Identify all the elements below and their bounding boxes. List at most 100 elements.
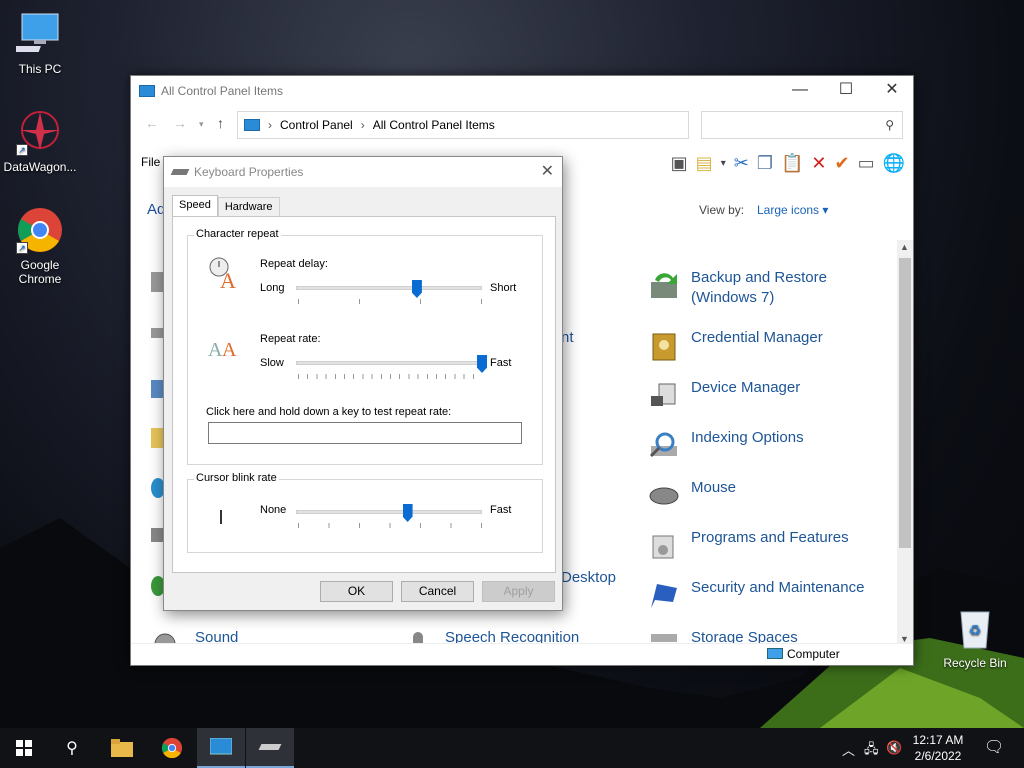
character-repeat-group: Character repeat A Repeat delay: Long Sh… (187, 228, 543, 465)
breadcrumb-separator: › (360, 118, 365, 132)
window-title: All Control Panel Items (161, 84, 284, 98)
monitor-icon (767, 648, 783, 659)
test-repeat-input[interactable] (208, 422, 522, 444)
desktop-icon-recycle-bin[interactable]: ♻ Recycle Bin (935, 604, 1015, 670)
item-label: Mouse (691, 479, 737, 496)
apply-button[interactable]: Apply (482, 581, 555, 602)
backup-icon (647, 268, 681, 302)
item-device-manager[interactable]: Device Manager (647, 378, 800, 412)
close-icon[interactable]: ✕ (541, 161, 554, 181)
item-speech-recognition[interactable]: Speech Recognition (401, 628, 579, 644)
blink-none-label: None (260, 504, 287, 516)
breadcrumb-control-panel[interactable]: Control Panel (280, 118, 353, 132)
breadcrumb-all-items[interactable]: All Control Panel Items (373, 118, 495, 132)
delay-short-label: Short (490, 282, 517, 294)
check-icon[interactable]: ✔ (834, 153, 849, 174)
keyboard-icon (258, 744, 282, 750)
keyboard-icon (170, 169, 190, 175)
dialog-title: Keyboard Properties (194, 165, 304, 179)
group-label: Cursor blink rate (194, 472, 279, 484)
vertical-scrollbar[interactable]: ▲ ▼ (897, 240, 913, 646)
paste-icon[interactable]: 📋 (781, 153, 803, 174)
blink-fast-label: Fast (490, 504, 512, 516)
item-remote-desktop[interactable]: Desktop (561, 568, 616, 588)
search-input[interactable]: ⚲ (701, 111, 903, 139)
item-storage-spaces[interactable]: Storage Spaces (647, 628, 798, 644)
file-menu[interactable]: File (141, 155, 160, 169)
globe-icon[interactable]: 🌐 (883, 153, 905, 174)
tab-hardware[interactable]: Hardware (217, 197, 280, 217)
cut-icon[interactable]: ✂ (734, 153, 749, 174)
taskbar-keyboard-properties[interactable] (246, 728, 294, 768)
up-icon[interactable]: ↑ (217, 115, 224, 131)
rename-icon[interactable]: ▭ (858, 153, 875, 174)
mouse-icon (647, 478, 681, 512)
item-label: Device Manager (691, 379, 801, 396)
repeat-rate-track[interactable] (296, 361, 482, 365)
item-label: Speech Recognition (445, 629, 580, 644)
desktop-icon-label: Google Chrome (18, 258, 62, 286)
forward-icon[interactable]: → (173, 115, 187, 131)
datawagon-icon: ↗ (16, 108, 64, 156)
item-label: Credential Manager (691, 329, 823, 346)
dialog-titlebar[interactable]: Keyboard Properties (164, 157, 562, 187)
taskbar-control-panel[interactable] (197, 728, 245, 768)
network-icon[interactable]: 🖧 (864, 740, 879, 762)
taskbar-chrome[interactable] (148, 728, 196, 768)
taskbar-search-button[interactable]: ⚲ (48, 728, 96, 768)
view-by-label: View by: (699, 203, 745, 217)
desktop-icon-datawagon[interactable]: ↗ DataWagon... (0, 108, 80, 174)
device-manager-icon (647, 378, 681, 412)
cursor-blink-ticks (298, 523, 482, 528)
copy-icon[interactable]: ❐ (757, 153, 773, 174)
cancel-button[interactable]: Cancel (401, 581, 474, 602)
notifications-icon[interactable]: 🗨 (984, 737, 1004, 757)
window-titlebar[interactable]: All Control Panel Items — ☐ ✕ (131, 76, 913, 106)
repeat-delay-slider[interactable] (411, 280, 422, 298)
repeat-rate-slider[interactable] (477, 355, 487, 373)
search-icon: ⚲ (885, 118, 894, 132)
desktop-icon-label: This PC (18, 62, 62, 76)
maximize-icon[interactable]: ☐ (823, 76, 869, 106)
item-mouse[interactable]: Mouse (647, 478, 736, 512)
item-security-and-maintenance[interactable]: Security and Maintenance (647, 578, 864, 612)
item-programs-and-features[interactable]: Programs and Features (647, 528, 849, 562)
view-by-dropdown[interactable]: Large icons ▾ (757, 203, 828, 217)
toolbar-icons: ▣ ▤ ▾ ✂ ❐ 📋 ✕ ✔ ▭ 🌐 (671, 153, 905, 174)
back-icon[interactable]: ← (145, 115, 159, 131)
item-credential-manager[interactable]: Credential Manager (647, 328, 823, 362)
properties-icon[interactable]: ▤ (696, 153, 713, 174)
dropdown-icon[interactable]: ▾ (721, 158, 726, 169)
status-bar: Computer (131, 643, 913, 665)
svg-text:♻: ♻ (969, 622, 982, 638)
taskbar-clock[interactable]: 12:17 AM 2/6/2022 (908, 732, 968, 764)
clock-time: 12:17 AM (912, 733, 964, 747)
address-bar[interactable]: › Control Panel › All Control Panel Item… (237, 111, 689, 139)
item-sound[interactable]: Sound (151, 628, 238, 644)
delete-icon[interactable]: ✕ (811, 153, 826, 174)
volume-muted-icon[interactable]: 🔇 (886, 740, 902, 756)
scrollbar-thumb[interactable] (899, 258, 911, 548)
recent-dropdown-icon[interactable]: ▾ (199, 119, 204, 130)
start-button[interactable] (0, 728, 48, 768)
cursor-blink-slider[interactable] (402, 504, 413, 522)
desktop-icon-this-pc[interactable]: This PC (0, 10, 80, 76)
repeat-rate-icon: AA (208, 334, 242, 361)
close-icon[interactable]: ✕ (869, 76, 915, 106)
tab-speed[interactable]: Speed (172, 195, 218, 217)
item-backup-and-restore[interactable]: Backup and Restore (Windows 7) (647, 268, 867, 308)
clock-date: 2/6/2022 (914, 749, 962, 763)
item-label: Programs and Features (691, 529, 849, 546)
repeat-delay-icon: A (208, 256, 238, 293)
shortcut-arrow-icon: ↗ (16, 144, 28, 156)
taskbar-file-explorer[interactable] (98, 728, 146, 768)
cursor-blink-track[interactable] (296, 510, 482, 514)
repeat-delay-track[interactable] (296, 286, 482, 290)
desktop-icon-chrome[interactable]: ↗ Google Chrome (0, 206, 80, 286)
ok-button[interactable]: OK (320, 581, 393, 602)
preview-pane-icon[interactable]: ▣ (671, 153, 688, 174)
show-hidden-icons[interactable]: ︿ (842, 740, 855, 759)
item-indexing-options[interactable]: Indexing Options (647, 428, 804, 462)
minimize-icon[interactable]: — (777, 76, 823, 106)
scroll-up-icon[interactable]: ▲ (900, 242, 909, 252)
